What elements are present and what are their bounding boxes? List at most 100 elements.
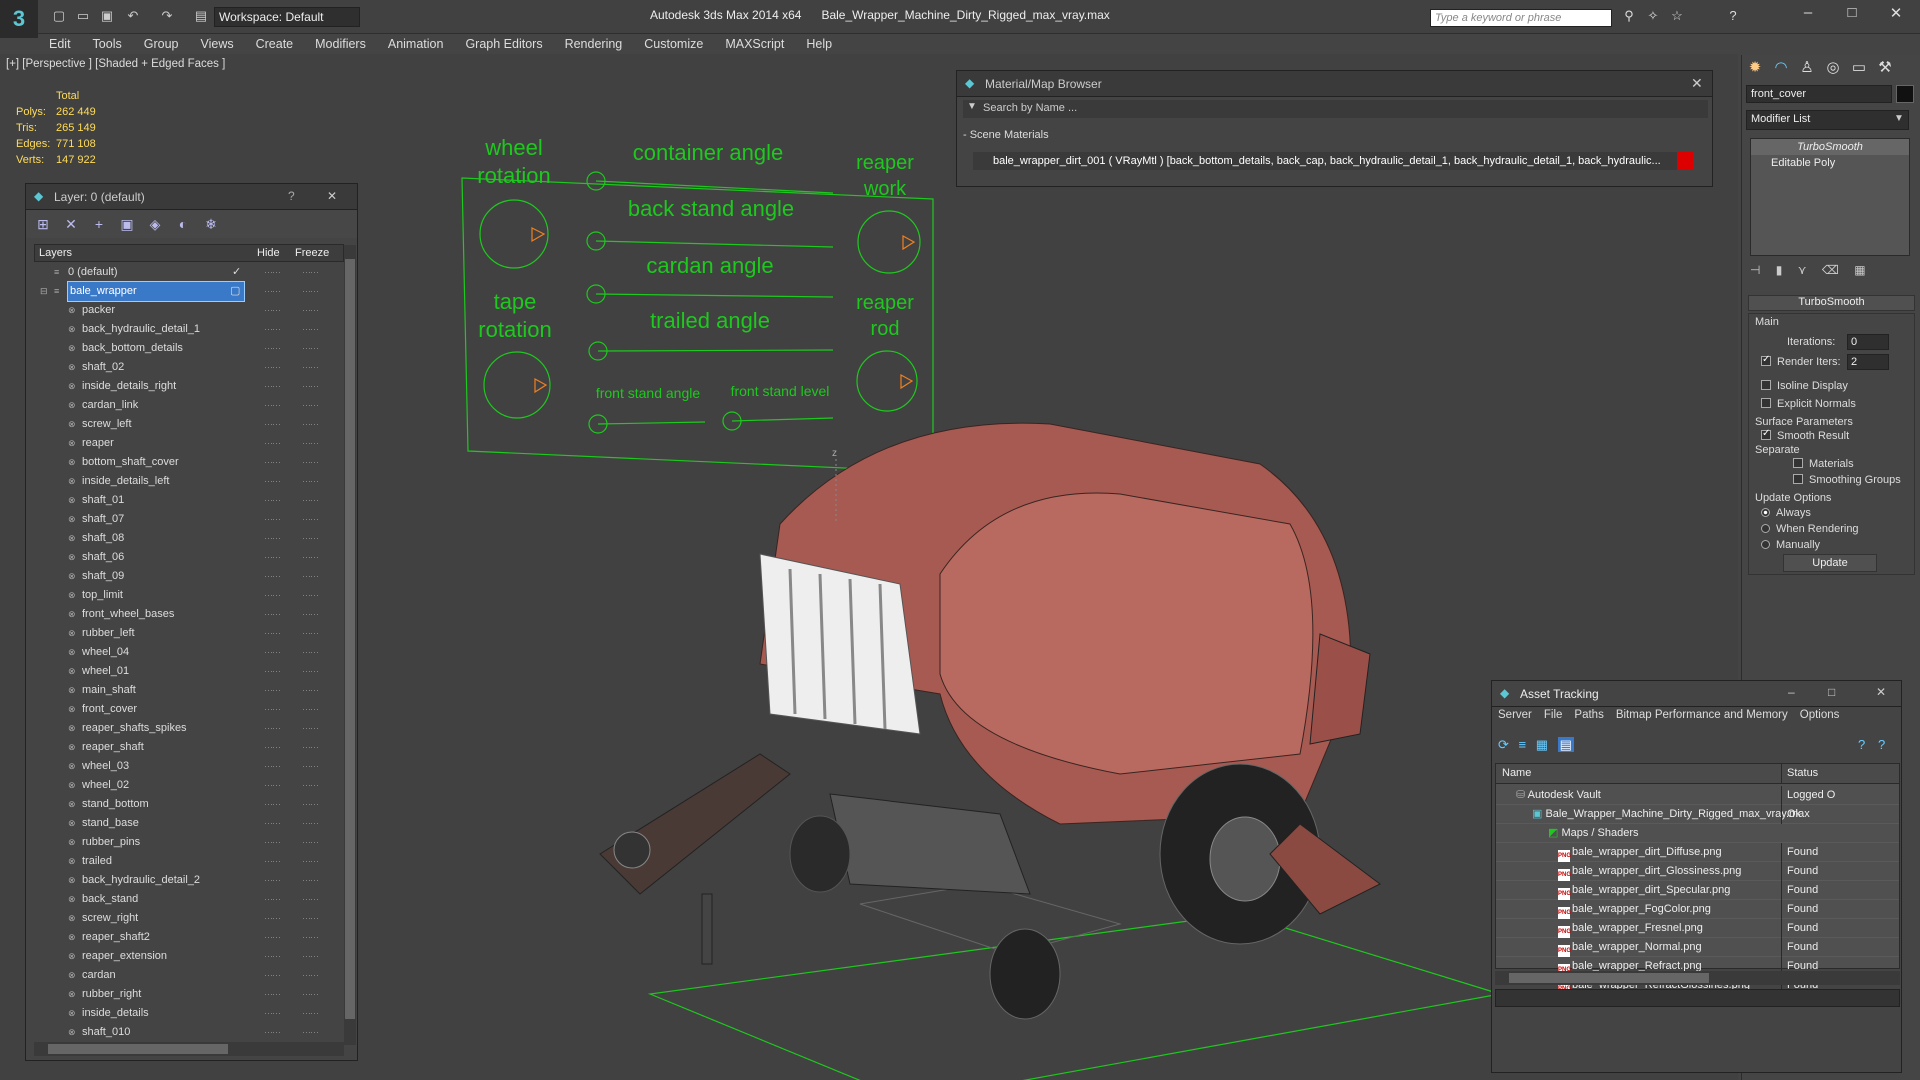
undo-icon[interactable]: ↶ — [124, 8, 142, 24]
asset-row-texture[interactable]: PNGbale_wrapper_dirt_Diffuse.png Found — [1496, 843, 1899, 862]
when-rendering-row[interactable]: When Rendering — [1761, 523, 1859, 535]
menu-maxscript[interactable]: MAXScript — [714, 34, 795, 54]
add-to-layer-icon[interactable]: + — [88, 210, 110, 238]
col-freeze[interactable]: Freeze — [295, 247, 329, 259]
freeze-toggle[interactable]: ⋯⋯ — [302, 548, 319, 567]
layer-object-row[interactable]: ⊗ reaper_shafts_spikes ⋯⋯ ⋯⋯ — [34, 719, 344, 738]
explicit-normals-checkbox[interactable] — [1761, 398, 1771, 408]
menu-rendering[interactable]: Rendering — [554, 34, 634, 54]
layer-object-row[interactable]: ⊗ inside_details_left ⋯⋯ ⋯⋯ — [34, 472, 344, 491]
layer-object-row[interactable]: ⊗ wheel_04 ⋯⋯ ⋯⋯ — [34, 643, 344, 662]
hide-toggle[interactable]: ⋯⋯ — [264, 928, 281, 947]
freeze-toggle[interactable]: ⋯⋯ — [302, 263, 319, 282]
freeze-toggle[interactable]: ⋯⋯ — [302, 909, 319, 928]
asset-menu-file[interactable]: File — [1544, 709, 1563, 721]
freeze-toggle[interactable]: ⋯⋯ — [302, 358, 319, 377]
freeze-toggle[interactable]: ⋯⋯ — [302, 301, 319, 320]
asset-row-maps[interactable]: ◩ Maps / Shaders — [1496, 824, 1899, 843]
hide-toggle[interactable]: ⋯⋯ — [264, 871, 281, 890]
layer-object-row[interactable]: ⊗ wheel_02 ⋯⋯ ⋯⋯ — [34, 776, 344, 795]
hide-toggle[interactable]: ⋯⋯ — [264, 415, 281, 434]
menu-modifiers[interactable]: Modifiers — [304, 34, 377, 54]
layer-row-default[interactable]: ≡ 0 (default) ✓ ⋯⋯ ⋯⋯ — [34, 263, 344, 282]
hide-all-icon[interactable]: ◐ — [172, 210, 194, 238]
freeze-toggle[interactable]: ⋯⋯ — [302, 643, 319, 662]
layer-object-row[interactable]: ⊗ wheel_01 ⋯⋯ ⋯⋯ — [34, 662, 344, 681]
layer-object-row[interactable]: ⊗ reaper_shaft2 ⋯⋯ ⋯⋯ — [34, 928, 344, 947]
hide-toggle[interactable]: ⋯⋯ — [264, 662, 281, 681]
layer-object-row[interactable]: ⊗ rubber_left ⋯⋯ ⋯⋯ — [34, 624, 344, 643]
layer-object-row[interactable]: ⊗ shaft_010 ⋯⋯ ⋯⋯ — [34, 1023, 344, 1042]
smoothing-groups-row[interactable]: Smoothing Groups — [1793, 474, 1901, 486]
hide-toggle[interactable]: ⋯⋯ — [264, 776, 281, 795]
menu-graph-editors[interactable]: Graph Editors — [454, 34, 553, 54]
active-layer-check-icon[interactable]: ✓ — [232, 263, 241, 282]
communication-icon[interactable]: ✧ — [1644, 8, 1662, 24]
favorites-star-icon[interactable]: ☆ — [1668, 8, 1686, 24]
layer-vertical-scrollbar[interactable] — [344, 245, 356, 1045]
make-unique-icon[interactable]: ⋎ — [1798, 263, 1807, 277]
display-tab-icon[interactable]: ▭ — [1847, 58, 1871, 80]
menu-customize[interactable]: Customize — [633, 34, 714, 54]
menu-tools[interactable]: Tools — [82, 34, 133, 54]
hide-toggle[interactable]: ⋯⋯ — [264, 339, 281, 358]
highlight-layer-icon[interactable]: ◈ — [144, 210, 166, 238]
layer-object-row[interactable]: ⊗ wheel_03 ⋯⋯ ⋯⋯ — [34, 757, 344, 776]
hide-toggle[interactable]: ⋯⋯ — [264, 396, 281, 415]
hide-toggle[interactable]: ⋯⋯ — [264, 491, 281, 510]
material-search-input[interactable]: Search by Name ... — [963, 100, 1708, 118]
utilities-tab-icon[interactable]: ⚒ — [1873, 58, 1897, 80]
menu-views[interactable]: Views — [189, 34, 244, 54]
freeze-toggle[interactable]: ⋯⋯ — [302, 586, 319, 605]
materials-checkbox[interactable] — [1793, 458, 1803, 468]
freeze-toggle[interactable]: ⋯⋯ — [302, 947, 319, 966]
menu-animation[interactable]: Animation — [377, 34, 455, 54]
menu-create[interactable]: Create — [245, 34, 305, 54]
manually-row[interactable]: Manually — [1761, 539, 1820, 551]
object-color-swatch[interactable] — [1896, 85, 1914, 103]
asset-close-button[interactable]: ✕ — [1876, 685, 1886, 699]
freeze-toggle[interactable]: ⋯⋯ — [302, 396, 319, 415]
motion-tab-icon[interactable]: ◎ — [1821, 58, 1845, 80]
freeze-toggle[interactable]: ⋯⋯ — [302, 814, 319, 833]
freeze-toggle[interactable]: ⋯⋯ — [302, 529, 319, 548]
redo-icon[interactable]: ↷ — [158, 8, 176, 24]
maximize-button[interactable]: □ — [1832, 4, 1872, 26]
freeze-all-icon[interactable]: ❄ — [200, 210, 222, 238]
always-radio[interactable] — [1761, 508, 1770, 517]
col-name[interactable]: Name — [1502, 767, 1531, 779]
hide-toggle[interactable]: ⋯⋯ — [264, 719, 281, 738]
hide-toggle[interactable]: ⋯⋯ — [264, 795, 281, 814]
layer-object-row[interactable]: ⊗ rubber_right ⋯⋯ ⋯⋯ — [34, 985, 344, 1004]
layer-object-row[interactable]: ⊗ main_shaft ⋯⋯ ⋯⋯ — [34, 681, 344, 700]
render-iters-row[interactable]: Render Iters: — [1761, 354, 1841, 368]
freeze-toggle[interactable]: ⋯⋯ — [302, 966, 319, 985]
freeze-toggle[interactable]: ⋯⋯ — [302, 320, 319, 339]
iterations-spinner[interactable]: 0 — [1847, 334, 1889, 350]
render-iters-spinner[interactable]: 2 — [1847, 354, 1889, 370]
freeze-toggle[interactable]: ⋯⋯ — [302, 1023, 319, 1042]
hide-toggle[interactable]: ⋯⋯ — [264, 624, 281, 643]
freeze-toggle[interactable]: ⋯⋯ — [302, 453, 319, 472]
layer-object-row[interactable]: ⊗ shaft_08 ⋯⋯ ⋯⋯ — [34, 529, 344, 548]
hide-toggle[interactable]: ⋯⋯ — [264, 358, 281, 377]
freeze-toggle[interactable]: ⋯⋯ — [302, 681, 319, 700]
project-icon[interactable]: ▤ — [192, 8, 210, 24]
hide-toggle[interactable]: ⋯⋯ — [264, 586, 281, 605]
turbosmooth-rollout-header[interactable]: TurboSmooth — [1748, 295, 1915, 311]
asset-row-texture[interactable]: PNGbale_wrapper_Fresnel.png Found — [1496, 919, 1899, 938]
asset-row-max-file[interactable]: ▣ Bale_Wrapper_Machine_Dirty_Rigged_max_… — [1496, 805, 1899, 824]
layer-object-row[interactable]: ⊗ trailed ⋯⋯ ⋯⋯ — [34, 852, 344, 871]
hide-toggle[interactable]: ⋯⋯ — [264, 909, 281, 928]
hide-toggle[interactable]: ⋯⋯ — [264, 643, 281, 662]
layer-help-button[interactable]: ? — [288, 189, 295, 203]
hide-toggle[interactable]: ⋯⋯ — [264, 833, 281, 852]
freeze-toggle[interactable]: ⋯⋯ — [302, 491, 319, 510]
freeze-toggle[interactable]: ⋯⋯ — [302, 757, 319, 776]
app-logo-button[interactable]: 3 — [0, 0, 38, 38]
hide-toggle[interactable]: ⋯⋯ — [264, 738, 281, 757]
hide-toggle[interactable]: ⋯⋯ — [264, 453, 281, 472]
menu-group[interactable]: Group — [133, 34, 190, 54]
hide-toggle[interactable]: ⋯⋯ — [264, 282, 281, 301]
layer-object-row[interactable]: ⊗ front_cover ⋯⋯ ⋯⋯ — [34, 700, 344, 719]
